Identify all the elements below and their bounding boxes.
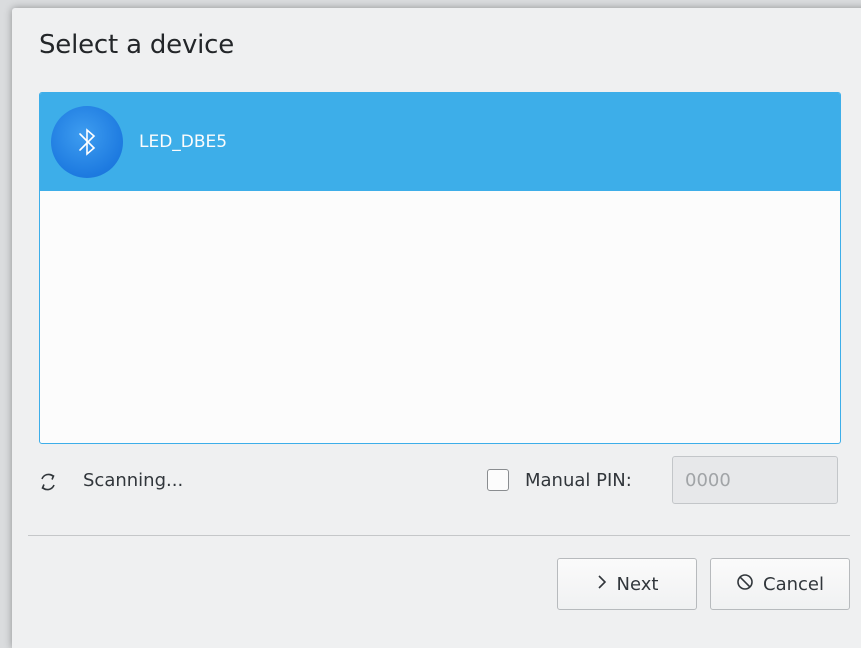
- chevron-right-icon: [596, 574, 608, 595]
- status-row: Scanning... Manual PIN:: [37, 456, 842, 508]
- cancel-button-label: Cancel: [763, 573, 824, 595]
- pin-input[interactable]: [672, 456, 838, 504]
- device-select-dialog: Select a device LED_DBE5 Scanning... Man…: [12, 8, 861, 648]
- bluetooth-icon: [51, 106, 123, 178]
- device-list[interactable]: LED_DBE5: [39, 92, 841, 444]
- page-title: Select a device: [39, 30, 235, 60]
- manual-pin-label[interactable]: Manual PIN:: [525, 470, 632, 491]
- manual-pin-checkbox[interactable]: [487, 469, 509, 491]
- device-name: LED_DBE5: [139, 132, 228, 152]
- divider: [28, 535, 850, 536]
- refresh-icon: [37, 471, 59, 493]
- next-button[interactable]: Next: [557, 558, 697, 610]
- scanning-status: Scanning...: [83, 470, 184, 491]
- next-button-label: Next: [616, 573, 659, 595]
- cancel-button[interactable]: Cancel: [710, 558, 850, 610]
- list-item[interactable]: LED_DBE5: [40, 93, 840, 191]
- cancel-icon: [736, 573, 754, 596]
